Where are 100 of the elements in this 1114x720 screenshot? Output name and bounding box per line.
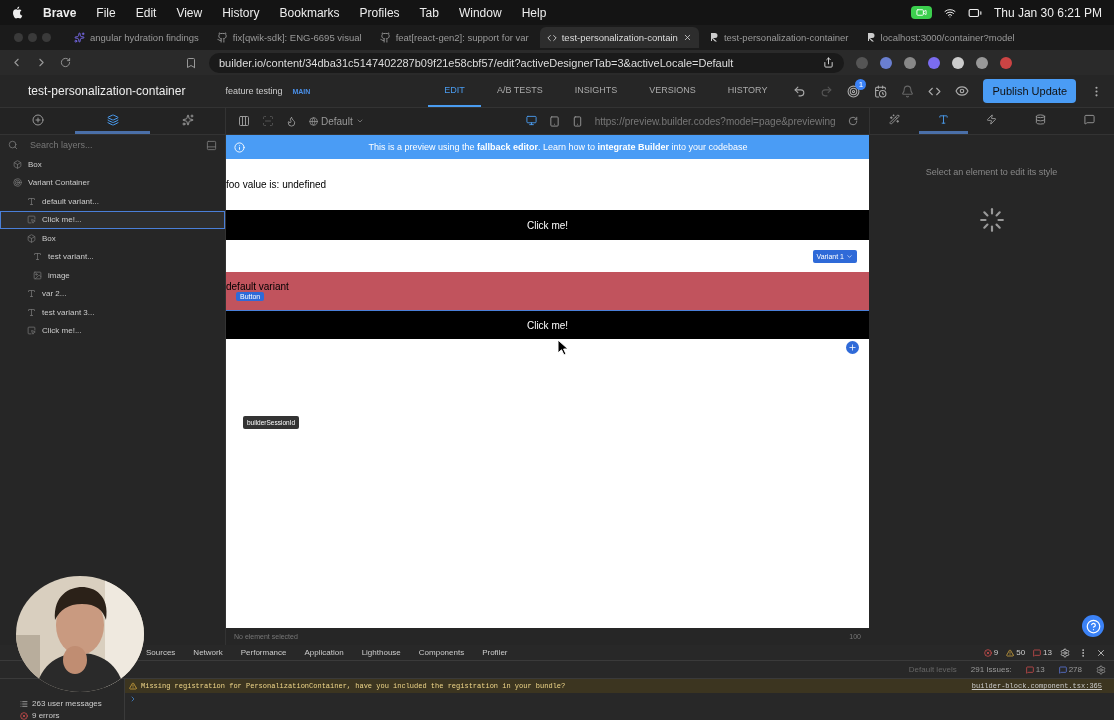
layer-item[interactable]: image <box>0 266 225 285</box>
menu-item[interactable]: Edit <box>135 5 157 20</box>
tablet-icon[interactable] <box>548 115 560 127</box>
button-icon <box>27 326 36 336</box>
warning-icon <box>129 682 137 690</box>
extension-icon[interactable] <box>976 56 988 69</box>
preview-url[interactable]: https://preview.builder.codes?model=page&previewing <box>594 115 836 127</box>
close-icon[interactable] <box>1096 647 1106 658</box>
help-icon <box>1085 618 1101 634</box>
devtools-tab[interactable]: Components <box>418 648 465 657</box>
browser-tab[interactable]: test-personalization-container <box>702 27 856 48</box>
extension-icon[interactable] <box>880 56 892 69</box>
click-button[interactable]: Click me! <box>226 311 869 339</box>
devtools-tab[interactable]: Performance <box>240 648 287 657</box>
notification-count: 1 <box>855 78 867 90</box>
devtools-tab[interactable]: Application <box>304 648 344 657</box>
devtools-tab[interactable]: Sources <box>146 648 176 657</box>
address-bar[interactable]: builder.io/content/34dba31c5147402287b09f21e58cbf57/edit?activeDesignerTab=3&activeLocale=Default <box>209 52 844 73</box>
layer-item[interactable]: test variant 3... <box>0 303 225 322</box>
add-button[interactable] <box>846 341 859 354</box>
help-button[interactable] <box>1082 615 1104 637</box>
layers-icon <box>106 113 119 126</box>
extension-icon[interactable] <box>904 56 916 69</box>
menu-item[interactable]: Tab <box>419 5 439 20</box>
cursor-icon <box>557 339 569 356</box>
add-icon <box>31 113 44 126</box>
lightning-icon <box>986 114 998 125</box>
bell-icon[interactable] <box>901 84 915 98</box>
layer-item[interactable]: Click me!... <box>0 210 225 229</box>
editor-tab[interactable]: A/B TESTS <box>480 75 559 107</box>
devtools-tab[interactable]: Network <box>193 648 223 657</box>
calendar-icon[interactable] <box>874 84 888 98</box>
eye-icon[interactable] <box>955 84 970 98</box>
layer-item[interactable]: var 2... <box>0 284 225 303</box>
wifi-icon[interactable] <box>943 6 956 19</box>
menu-item[interactable]: History <box>222 5 260 20</box>
layer-item[interactable]: Click me!... <box>0 321 225 340</box>
style-icon <box>937 114 949 125</box>
github-icon <box>216 32 228 43</box>
extension-icon[interactable] <box>952 56 964 69</box>
undo-icon[interactable] <box>793 84 807 98</box>
devtools-tab[interactable]: Profiler <box>482 648 508 657</box>
layer-item[interactable]: test variant... <box>0 247 225 266</box>
menu-item[interactable]: Profiles <box>359 5 400 20</box>
error-count[interactable]: 9 <box>983 648 999 657</box>
search-field[interactable]: Search layers... <box>28 139 196 151</box>
menu-item[interactable]: Bookmarks <box>279 5 340 20</box>
console-filter[interactable]: 263 user messages <box>20 699 124 708</box>
editor-tab[interactable]: INSIGHTS <box>558 75 634 107</box>
target-icon[interactable] <box>847 84 861 98</box>
layer-item[interactable]: default variant... <box>0 192 225 211</box>
browser-tab[interactable]: test-personalization-contain <box>539 27 699 48</box>
variant-icon <box>13 178 22 188</box>
info-count[interactable]: 13 <box>1033 648 1052 657</box>
browser-tab[interactable]: feat[react-gen2]: support for var <box>372 27 536 48</box>
menu-item[interactable]: File <box>96 5 116 20</box>
branch-name[interactable]: feature testing <box>225 86 283 96</box>
publish-button[interactable]: Publish Update <box>983 79 1077 103</box>
reload-icon[interactable] <box>847 116 858 126</box>
layer-item[interactable]: Box <box>0 229 225 248</box>
issue-error-count[interactable]: 13 <box>1025 665 1045 674</box>
console-filter[interactable]: 9 errors <box>20 711 124 720</box>
menu-item[interactable]: Help <box>521 5 547 20</box>
layer-item[interactable]: Variant Container <box>0 173 225 192</box>
columns-icon[interactable] <box>238 115 250 127</box>
text-icon <box>27 196 36 206</box>
click-button[interactable]: Click me! <box>226 210 869 240</box>
spinner-icon <box>978 207 1005 233</box>
menu-item[interactable]: View <box>176 5 203 20</box>
browser-tab[interactable]: angular hydration findings <box>67 27 206 48</box>
layer-item[interactable]: Box <box>0 155 225 174</box>
reload-icon[interactable] <box>60 57 71 68</box>
close-icon[interactable] <box>682 33 692 42</box>
settings-icon[interactable] <box>1060 647 1070 658</box>
builder-icon <box>546 32 557 43</box>
image-icon <box>33 270 42 280</box>
editor-tab[interactable]: VERSIONS <box>633 75 712 107</box>
issue-info-count[interactable]: 278 <box>1058 665 1082 674</box>
browser-tab[interactable]: localhost:3000/container?model <box>859 27 1022 48</box>
banner-text: This is a preview using the fallback editor. Learn how to integrate Builder into your codebase <box>367 142 749 152</box>
bookmark-icon[interactable] <box>185 56 197 69</box>
panel-icon[interactable] <box>206 139 217 151</box>
browser-tab[interactable]: fix[qwik-sdk]: ENG-6695 visual <box>209 27 369 48</box>
menu-item[interactable]: Window <box>458 5 502 20</box>
button-icon <box>27 215 36 225</box>
devtools-tab[interactable]: Lighthouse <box>361 648 401 657</box>
menu-item[interactable]: Brave <box>43 5 77 20</box>
issues-label[interactable]: 291 Issues: <box>970 665 1012 674</box>
settings-icon[interactable] <box>1096 664 1106 675</box>
apple-icon[interactable] <box>12 6 23 19</box>
editor-tab[interactable]: HISTORY <box>711 75 784 107</box>
warning-count[interactable]: 50 <box>1006 648 1026 657</box>
box-icon <box>13 159 22 169</box>
share-icon[interactable] <box>823 57 834 68</box>
flame-icon[interactable] <box>286 115 297 127</box>
search-icon <box>8 140 18 150</box>
camera-icon[interactable] <box>910 6 932 19</box>
message-icon <box>1033 648 1042 657</box>
locale-dropdown[interactable]: Default <box>309 115 364 127</box>
phone-icon[interactable] <box>571 115 583 127</box>
